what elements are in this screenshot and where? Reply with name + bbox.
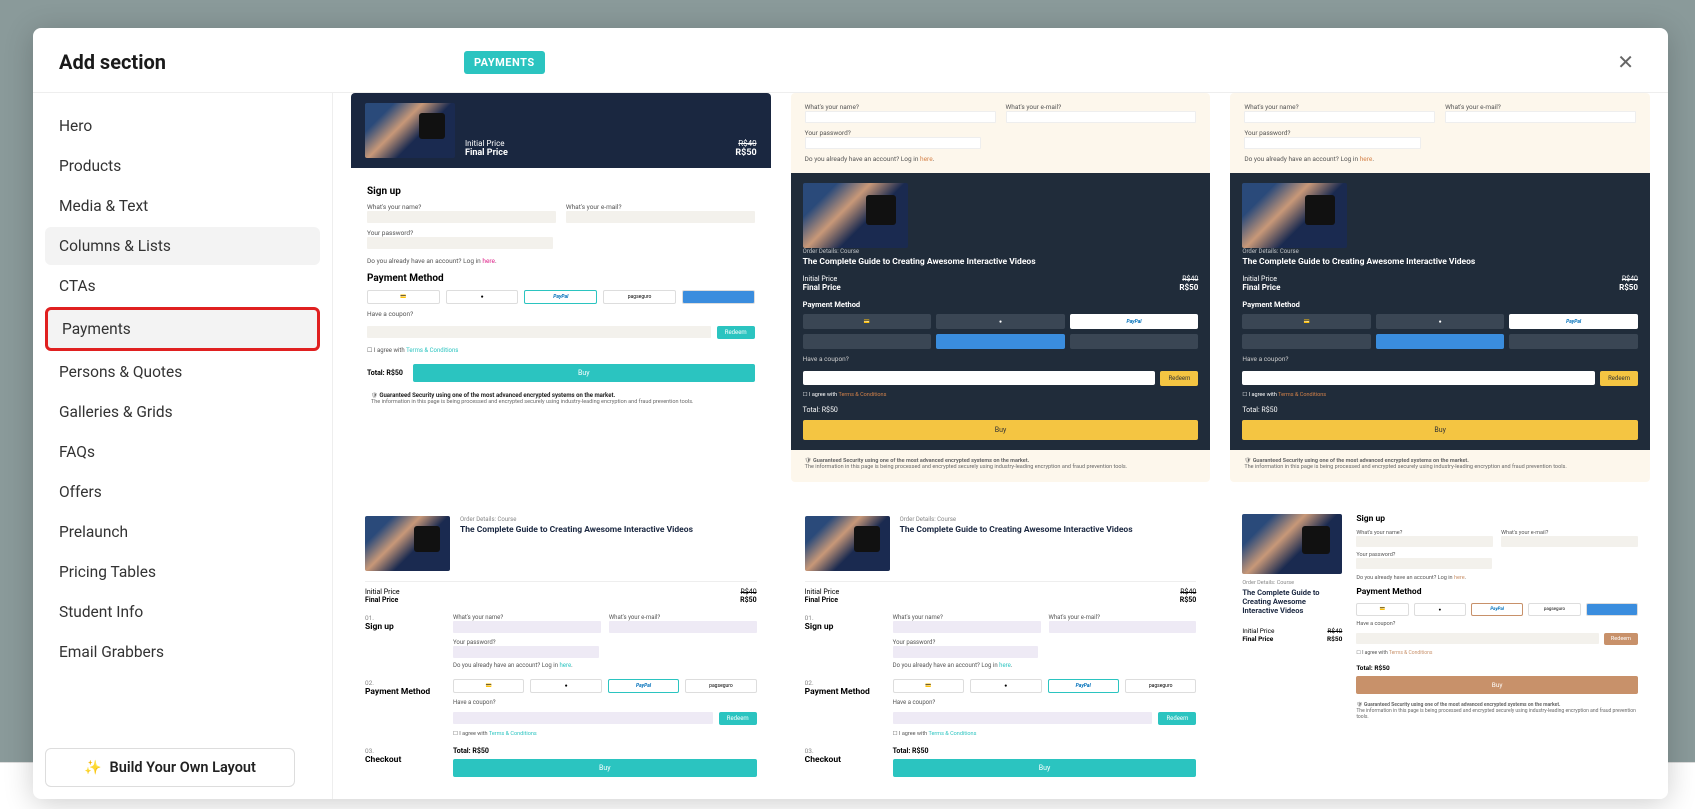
sidebar-item-columns-lists[interactable]: Columns & Lists bbox=[45, 227, 320, 265]
sidebar-item-email-grabbers[interactable]: Email Grabbers bbox=[45, 633, 320, 671]
build-own-layout-label: Build Your Own Layout bbox=[110, 759, 256, 776]
templates-content[interactable]: Initial PriceFinal Price R$40R$50 Sign u… bbox=[333, 93, 1668, 799]
payment-template-6[interactable]: Order Details: Course The Complete Guide… bbox=[1230, 502, 1650, 791]
template-body: Sign up What's your name? What's your e-… bbox=[351, 168, 771, 417]
close-button[interactable]: ✕ bbox=[1609, 46, 1642, 78]
build-own-layout-button[interactable]: ✨ Build Your Own Layout bbox=[45, 748, 295, 787]
sidebar-item-student-info[interactable]: Student Info bbox=[45, 593, 320, 631]
sidebar-item-hero[interactable]: Hero bbox=[45, 107, 320, 145]
sidebar-item-payments[interactable]: Payments bbox=[45, 307, 320, 351]
template-hero: Initial PriceFinal Price R$40R$50 bbox=[351, 93, 771, 168]
payment-template-3[interactable]: What's your name? What's your e-mail? Yo… bbox=[1230, 93, 1650, 482]
sidebar-item-ctas[interactable]: CTAs bbox=[45, 267, 320, 305]
price-row: Initial PriceFinal Price R$40R$50 bbox=[465, 139, 757, 158]
course-image bbox=[365, 103, 455, 158]
sidebar-item-media-text[interactable]: Media & Text bbox=[45, 187, 320, 225]
sidebar-item-persons-quotes[interactable]: Persons & Quotes bbox=[45, 353, 320, 391]
sidebar-footer: ✨ Build Your Own Layout bbox=[45, 748, 320, 787]
sidebar-scroll[interactable]: Hero Products Media & Text Columns & Lis… bbox=[33, 93, 332, 799]
signup-heading: Sign up bbox=[367, 186, 755, 197]
sidebar-item-galleries-grids[interactable]: Galleries & Grids bbox=[45, 393, 320, 431]
category-sidebar: Hero Products Media & Text Columns & Lis… bbox=[33, 93, 333, 799]
modal-body: Hero Products Media & Text Columns & Lis… bbox=[33, 93, 1668, 799]
payment-template-2[interactable]: What's your name? What's your e-mail? Yo… bbox=[791, 93, 1211, 482]
add-section-modal: Add section PAYMENTS ✕ Hero Products Med… bbox=[33, 28, 1668, 799]
sidebar-item-faqs[interactable]: FAQs bbox=[45, 433, 320, 471]
course-image bbox=[803, 183, 908, 248]
payment-template-1[interactable]: Initial PriceFinal Price R$40R$50 Sign u… bbox=[351, 93, 771, 482]
templates-grid: Initial PriceFinal Price R$40R$50 Sign u… bbox=[351, 93, 1650, 791]
payment-template-4[interactable]: Order Details: Course The Complete Guide… bbox=[351, 502, 771, 791]
sidebar-item-prelaunch[interactable]: Prelaunch bbox=[45, 513, 320, 551]
modal-header: Add section PAYMENTS ✕ bbox=[33, 28, 1668, 93]
sidebar-item-products[interactable]: Products bbox=[45, 147, 320, 185]
wand-icon: ✨ bbox=[84, 760, 101, 776]
payment-template-5[interactable]: Order Details: CourseThe Complete Guide … bbox=[791, 502, 1211, 791]
sidebar-item-pricing-tables[interactable]: Pricing Tables bbox=[45, 553, 320, 591]
course-image bbox=[365, 516, 450, 571]
category-badge: PAYMENTS bbox=[464, 51, 545, 74]
modal-title: Add section bbox=[59, 50, 166, 74]
sidebar-item-offers[interactable]: Offers bbox=[45, 473, 320, 511]
payment-method-heading: Payment Method bbox=[367, 273, 755, 284]
course-image bbox=[1242, 514, 1342, 574]
